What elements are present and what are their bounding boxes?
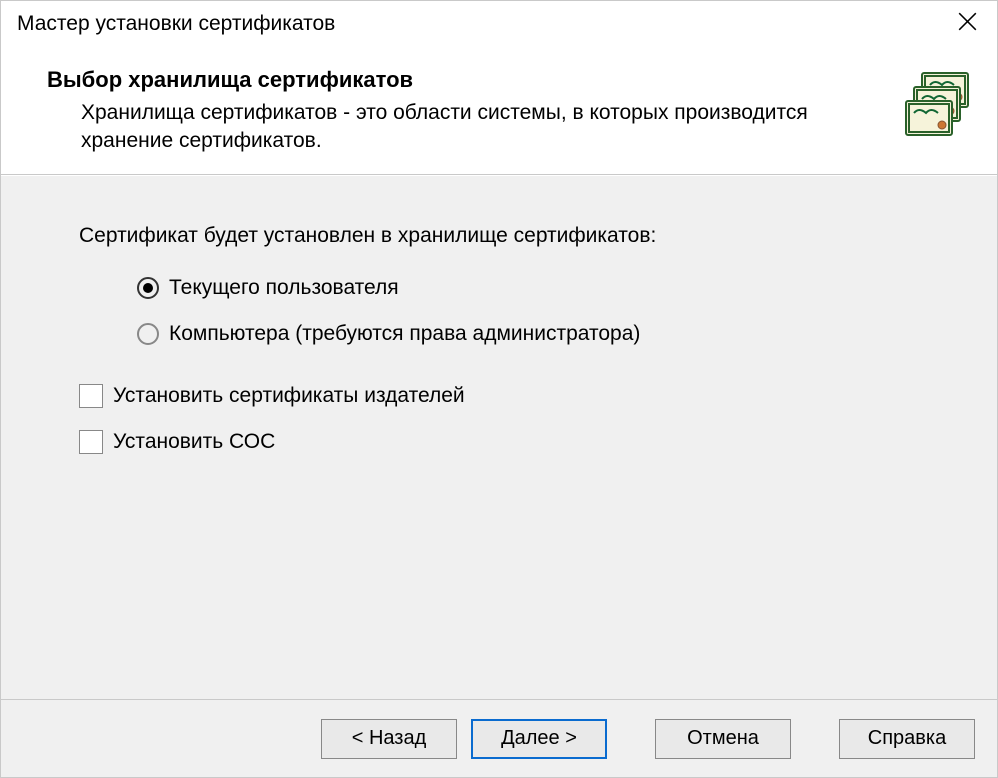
extra-checks: Установить сертификаты издателей Установ… [79, 384, 947, 454]
certificate-stack-icon [901, 67, 979, 156]
header-text: Выбор хранилища сертификатов Хранилища с… [47, 67, 901, 156]
checkbox-icon [79, 430, 103, 454]
radio-computer[interactable]: Компьютера (требуются права администрато… [137, 322, 947, 346]
close-button[interactable] [937, 1, 997, 47]
radio-current-user[interactable]: Текущего пользователя [137, 276, 947, 300]
wizard-body: Сертификат будет установлен в хранилище … [1, 175, 997, 699]
checkbox-icon [79, 384, 103, 408]
checkbox-label: Установить сертификаты издателей [113, 384, 465, 408]
titlebar: Мастер установки сертификатов [1, 1, 997, 47]
store-prompt: Сертификат будет установлен в хранилище … [79, 224, 947, 248]
back-button[interactable]: < Назад [321, 719, 457, 759]
wizard-header: Выбор хранилища сертификатов Хранилища с… [1, 47, 997, 175]
next-button[interactable]: Далее > [471, 719, 607, 759]
header-title: Выбор хранилища сертификатов [47, 67, 901, 93]
check-install-crl[interactable]: Установить СОС [79, 430, 947, 454]
help-button[interactable]: Справка [839, 719, 975, 759]
wizard-footer: < Назад Далее > Отмена Справка [1, 699, 997, 777]
store-radio-group: Текущего пользователя Компьютера (требую… [79, 276, 947, 346]
radio-icon [137, 277, 159, 299]
radio-icon [137, 323, 159, 345]
check-install-publishers[interactable]: Установить сертификаты издателей [79, 384, 947, 408]
window-title: Мастер установки сертификатов [17, 12, 335, 36]
header-description: Хранилища сертификатов - это области сис… [47, 99, 837, 156]
wizard-window: Мастер установки сертификатов Выбор хран… [0, 0, 998, 778]
close-icon [958, 12, 977, 36]
checkbox-label: Установить СОС [113, 430, 275, 454]
radio-label: Компьютера (требуются права администрато… [169, 322, 640, 346]
cancel-button[interactable]: Отмена [655, 719, 791, 759]
radio-label: Текущего пользователя [169, 276, 399, 300]
